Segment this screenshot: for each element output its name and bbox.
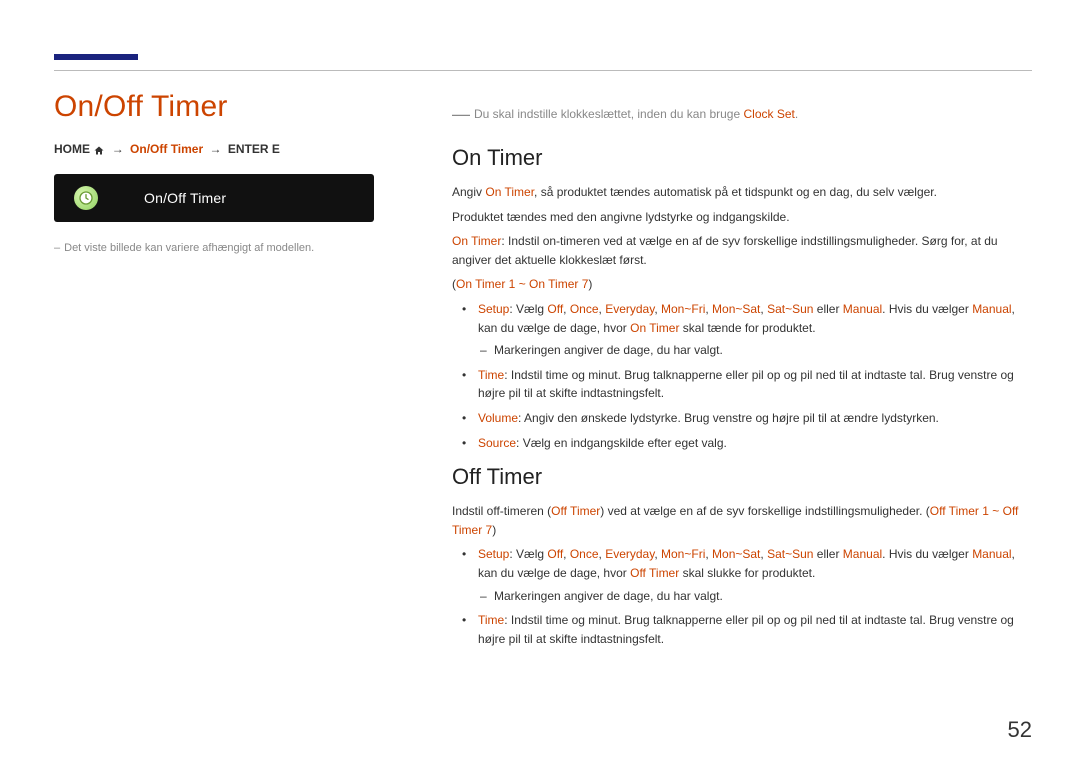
tile-label: On/Off Timer [144,190,226,206]
menu-tile: On/Off Timer [54,174,374,222]
arrow-icon: → [207,142,225,156]
list-item: Setup: Vælg Off, Once, Everyday, Mon~Fri… [476,545,1037,605]
body-text: Angiv On Timer, så produktet tændes auto… [452,183,1037,202]
bullet-list: Setup: Vælg Off, Once, Everyday, Mon~Fri… [452,300,1037,452]
clock-icon [74,186,98,210]
home-icon [93,145,105,155]
breadcrumb-step: On/Off Timer [130,142,203,156]
list-item: Time: Indstil time og minut. Brug talkna… [476,611,1037,648]
prerequisite-note: ―Du skal indstille klokkeslættet, inden … [452,104,1037,125]
body-text: (On Timer 1 ~ On Timer 7) [452,275,1037,294]
body-text: Produktet tændes med den angivne lydstyr… [452,208,1037,227]
list-item: Markeringen angiver de dage, du har valg… [494,587,1037,606]
on-timer-heading: On Timer [452,145,1037,171]
list-item: Volume: Angiv den ønskede lydstyrke. Bru… [476,409,1037,428]
list-item: Time: Indstil time og minut. Brug talkna… [476,366,1037,403]
list-item: Setup: Vælg Off, Once, Everyday, Mon~Fri… [476,300,1037,360]
list-item: Markeringen angiver de dage, du har valg… [494,341,1037,360]
off-timer-heading: Off Timer [452,464,1037,490]
image-caption: –Det viste billede kan variere afhængigt… [54,242,394,254]
sub-list: Markeringen angiver de dage, du har valg… [478,341,1037,360]
accent-bar [54,54,138,60]
dash-icon: – [54,242,64,254]
arrow-icon: → [109,142,127,156]
right-column: ―Du skal indstille klokkeslættet, inden … [452,104,1037,660]
sub-list: Markeringen angiver de dage, du har valg… [478,587,1037,606]
breadcrumb-home: HOME [54,142,90,156]
divider [54,70,1032,71]
breadcrumb-tail: ENTER E [228,142,280,156]
body-text: Indstil off-timeren (Off Timer) ved at v… [452,502,1037,539]
left-column: On/Off Timer HOME → On/Off Timer → ENTER… [54,90,394,254]
page-number: 52 [1008,717,1032,743]
section-title: On/Off Timer [54,90,394,124]
breadcrumb: HOME → On/Off Timer → ENTER E [54,142,394,156]
long-dash-icon: ― [452,104,474,124]
list-item: Source: Vælg en indgangskilde efter eget… [476,434,1037,453]
bullet-list: Setup: Vælg Off, Once, Everyday, Mon~Fri… [452,545,1037,648]
body-text: On Timer: Indstil on-timeren ved at vælg… [452,232,1037,269]
